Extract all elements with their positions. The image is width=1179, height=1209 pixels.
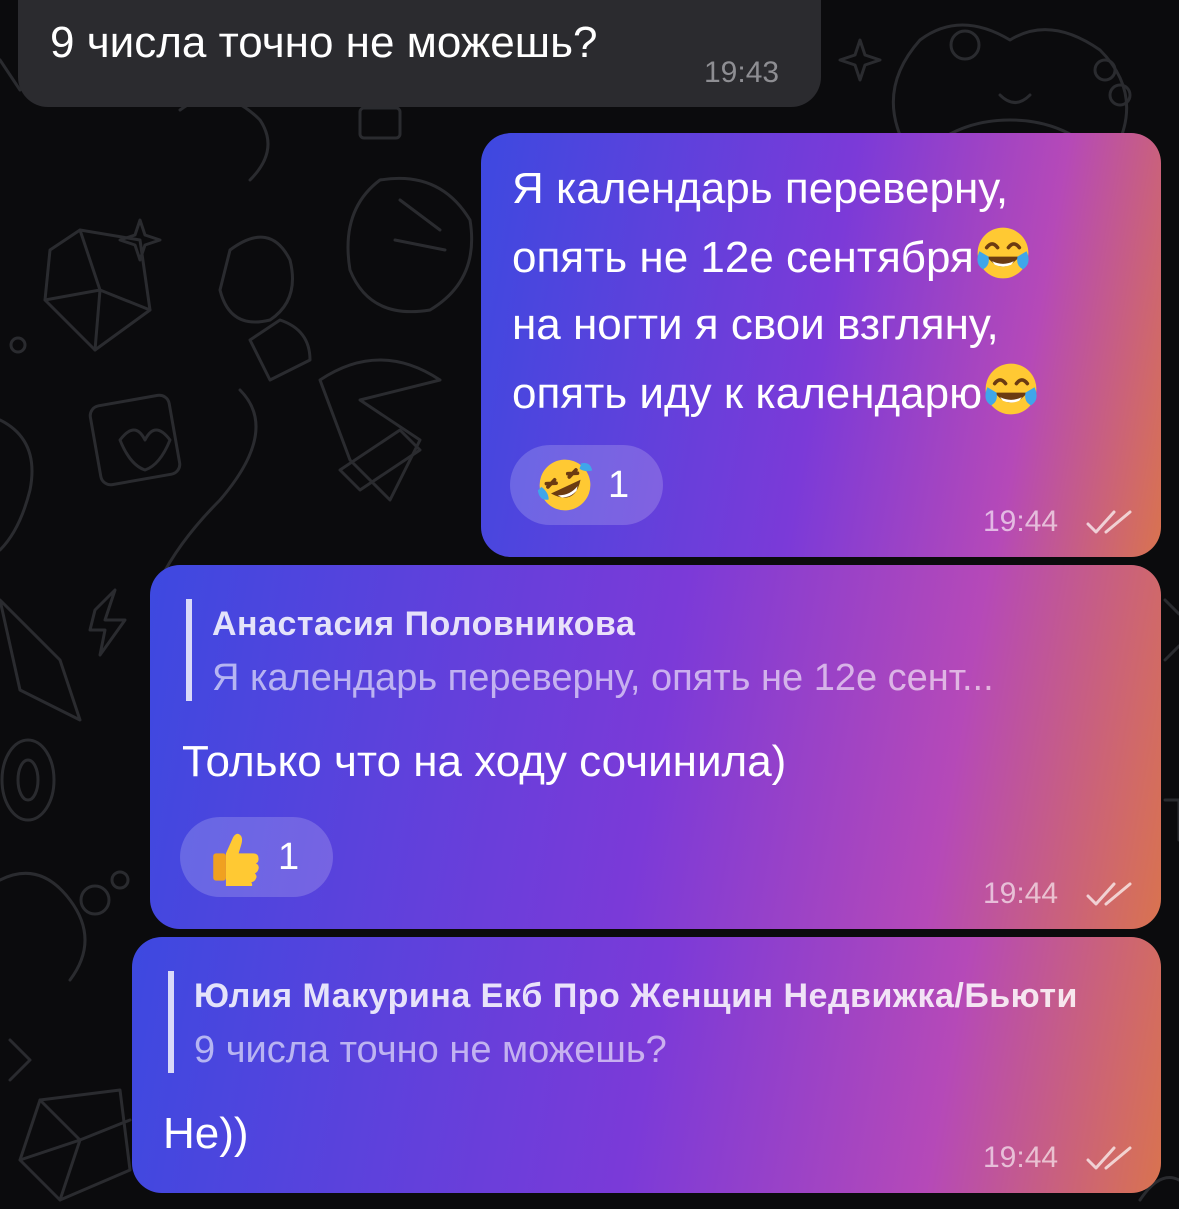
outgoing-reply-message-bubble[interactable]: Анастасия Половникова Я календарь переве…: [150, 565, 1161, 929]
reaction-chip[interactable]: 1: [180, 817, 333, 897]
reply-quote-text: Я календарь переверну, опять не 12е сент…: [212, 657, 994, 699]
reply-quote-text: 9 числа точно не можешь?: [194, 1029, 667, 1071]
reply-quote-author: Юлия Макурина Екб Про Женщин Недвижка/Бь…: [194, 977, 1078, 1015]
outgoing-message-bubble[interactable]: Я календарь переверну, опять не 12е сент…: [481, 133, 1161, 557]
face-with-tears-of-joy-emoji: [985, 363, 1037, 415]
message-line: опять не 12е сентября: [512, 224, 1032, 291]
read-double-check-icon: [1086, 1146, 1132, 1170]
read-double-check-icon: [1086, 882, 1132, 906]
message-text: 9 числа точно не можешь?: [50, 18, 598, 67]
reaction-chip[interactable]: 1: [510, 445, 663, 525]
reply-quote[interactable]: Анастасия Половникова Я календарь переве…: [186, 599, 994, 701]
incoming-message-bubble[interactable]: 9 числа точно не можешь? 19:43: [18, 0, 821, 107]
message-text: Только что на ходу сочинила): [182, 737, 787, 786]
face-with-tears-of-joy-emoji: [977, 227, 1029, 279]
thumbs-up-emoji: [213, 833, 259, 886]
message-time: 19:44: [983, 505, 1059, 538]
message-time: 19:44: [983, 877, 1059, 910]
rolling-on-floor-laughing-emoji: [537, 459, 593, 511]
reply-quote[interactable]: Юлия Макурина Екб Про Женщин Недвижка/Бь…: [168, 971, 1078, 1073]
reaction-count: 1: [608, 463, 630, 506]
reply-quote-author: Анастасия Половникова: [212, 605, 636, 643]
outgoing-reply-message-bubble[interactable]: Юлия Макурина Екб Про Женщин Недвижка/Бь…: [132, 937, 1161, 1193]
reaction-count: 1: [278, 835, 300, 878]
message-text: Не)): [163, 1109, 249, 1158]
message-time: 19:44: [983, 1141, 1059, 1174]
read-double-check-icon: [1086, 510, 1132, 534]
message-line: на ногти я свои взгляну,: [512, 300, 999, 349]
message-line: опять иду к календарю: [512, 360, 1040, 427]
message-line: Я календарь переверну,: [512, 164, 1009, 213]
message-time: 19:43: [704, 56, 780, 89]
